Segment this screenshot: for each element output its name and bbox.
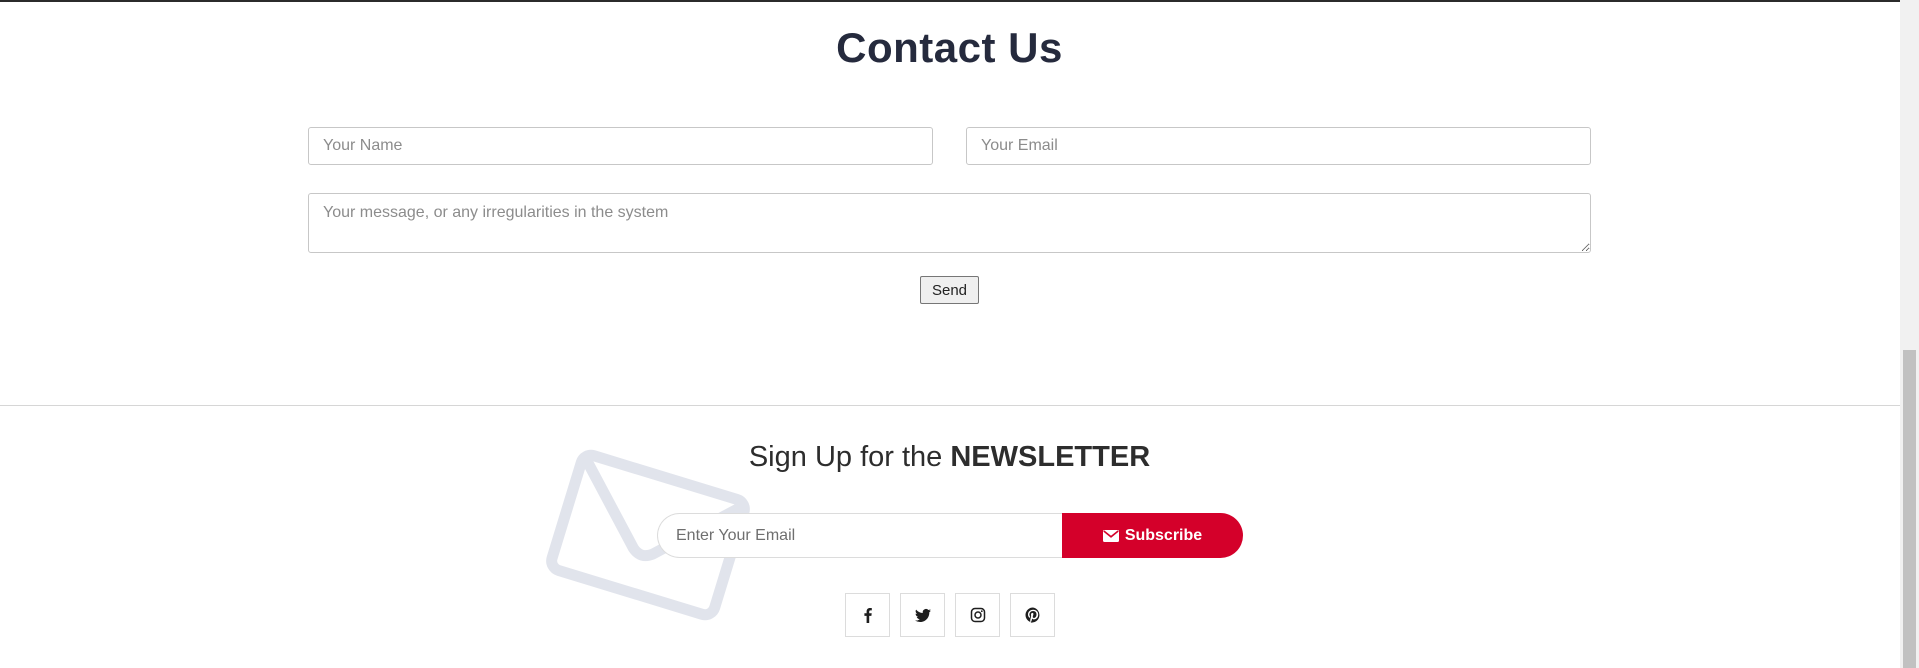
window-top-border	[0, 0, 1919, 2]
newsletter-title-bold: NEWSLETTER	[950, 441, 1151, 473]
contact-title: Contact Us	[836, 24, 1063, 71]
vertical-scrollbar[interactable]	[1900, 0, 1919, 668]
pinterest-link[interactable]	[1010, 593, 1055, 637]
facebook-icon	[863, 608, 872, 623]
instagram-icon	[970, 607, 985, 623]
social-links	[845, 593, 1055, 637]
newsletter-title-prefix: Sign Up for the	[748, 441, 943, 473]
name-field[interactable]	[308, 127, 933, 165]
email-field[interactable]	[966, 127, 1591, 165]
newsletter-title: Sign Up for the NEWSLETTER	[0, 441, 1899, 474]
envelope-icon	[1102, 529, 1119, 542]
pinterest-icon	[1024, 607, 1039, 623]
subscribe-label: Subscribe	[1124, 526, 1203, 544]
section-divider	[0, 405, 1900, 406]
twitter-icon	[914, 608, 931, 622]
twitter-link[interactable]	[900, 593, 945, 637]
message-field[interactable]	[308, 193, 1591, 253]
subscribe-button[interactable]: Subscribe	[1062, 513, 1243, 558]
instagram-link[interactable]	[955, 593, 1000, 637]
send-button[interactable]: Send	[920, 276, 979, 304]
facebook-link[interactable]	[845, 593, 890, 637]
newsletter-email-input[interactable]	[657, 513, 1067, 558]
newsletter-form: Subscribe	[657, 513, 1243, 558]
scrollbar-thumb[interactable]	[1903, 350, 1916, 668]
